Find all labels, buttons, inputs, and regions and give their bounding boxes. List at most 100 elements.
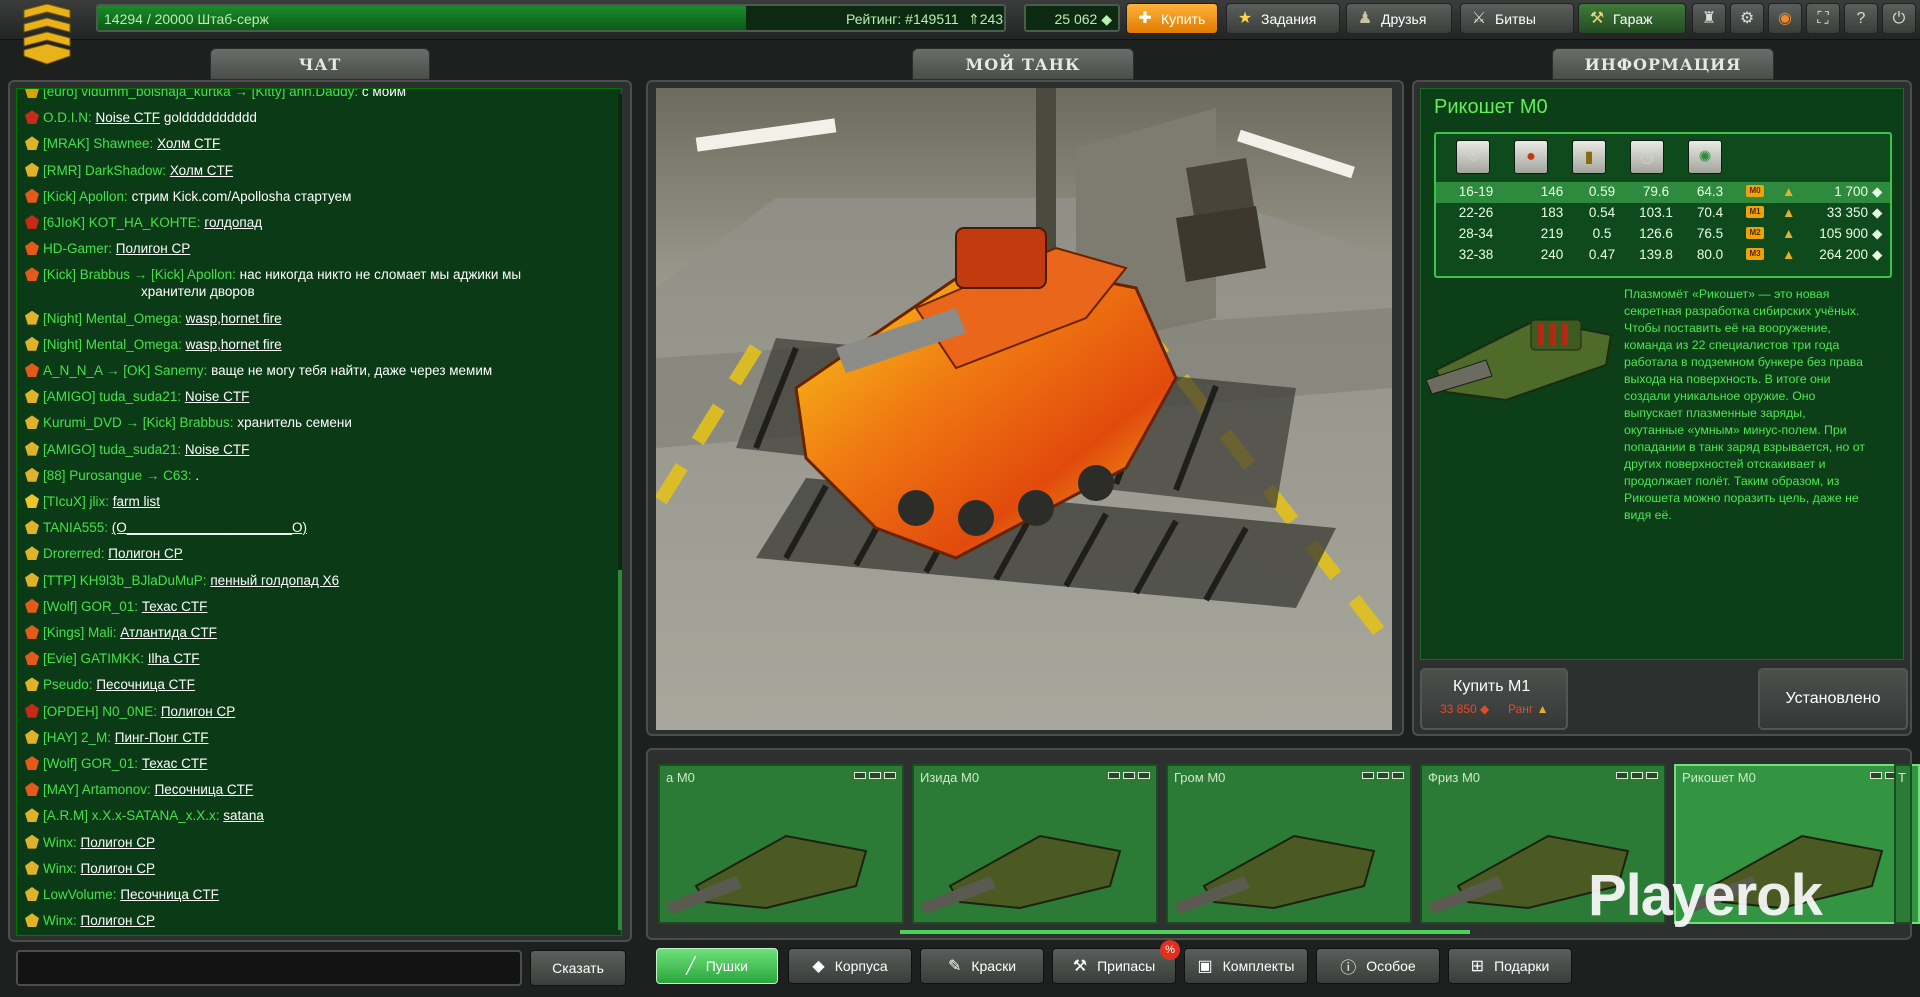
- chat-text[interactable]: Noise CTF: [185, 389, 250, 404]
- garage-item-card[interactable]: Гром M0: [1166, 764, 1412, 924]
- chat-text[interactable]: Песочница CTF: [96, 677, 195, 692]
- rank-badge-icon: [25, 415, 39, 430]
- rank-badge-icon: [25, 162, 39, 177]
- chat-username[interactable]: [AMIGO] tuda_suda21:: [43, 442, 181, 457]
- stat-row[interactable]: 22-26 183 0.54 103.1 70.4 M1 ▲ 33 350 ◆: [1436, 203, 1890, 224]
- chat-username[interactable]: LowVolume:: [43, 887, 117, 902]
- chat-username[interactable]: [MAY] Artamonov:: [43, 782, 151, 797]
- missions-button[interactable]: ★ Задания: [1226, 3, 1340, 34]
- chat-text[interactable]: Полигон CP: [108, 546, 182, 561]
- garage-button[interactable]: ⚒ Гараж: [1578, 3, 1686, 34]
- chat-username[interactable]: [euro] vidumm_bolshaja_kurtka → [Kitty] …: [43, 89, 358, 99]
- friends-button[interactable]: ♟ Друзья: [1346, 3, 1452, 34]
- tab-supplies[interactable]: ⚒ Припасы: [1052, 948, 1176, 984]
- tab-hulls[interactable]: ◆ Корпуса: [788, 948, 912, 984]
- chat-username[interactable]: [88] Purosangue → C63:: [43, 468, 192, 483]
- chat-username[interactable]: [6JIoK] KOT_HA_KOHTE:: [43, 215, 201, 230]
- chat-username[interactable]: TANIA555:: [43, 520, 108, 535]
- chat-text[interactable]: Техас CTF: [142, 599, 208, 614]
- battles-button[interactable]: ⚔ Битвы: [1460, 3, 1574, 34]
- chat-username[interactable]: [Wolf] GOR_01:: [43, 756, 138, 771]
- chat-text[interactable]: пенный голдопад Х6: [210, 573, 339, 588]
- chat-username[interactable]: [OPDEH] N0_0NE:: [43, 704, 157, 719]
- chat-text[interactable]: wasp,hornet fire: [186, 311, 282, 326]
- chat-text[interactable]: farm list: [113, 494, 160, 509]
- modification-tag: M3: [1746, 248, 1764, 260]
- chat-username[interactable]: [Wolf] GOR_01:: [43, 599, 138, 614]
- chat-text[interactable]: Техас CTF: [142, 756, 208, 771]
- chat-username[interactable]: O.D.I.N:: [43, 110, 92, 125]
- chat-username[interactable]: [Kick] Brabbus → [Kick] Apollon:: [43, 267, 236, 282]
- chat-username[interactable]: [Evie] GATIMKK:: [43, 651, 144, 666]
- chat-username[interactable]: Pseudo:: [43, 677, 93, 692]
- help-button[interactable]: ?: [1844, 3, 1878, 34]
- chat-text[interactable]: Атлантида CTF: [120, 625, 217, 640]
- chat-text[interactable]: (O______________________O): [112, 520, 307, 535]
- chat-username[interactable]: [AMIGO] tuda_suda21:: [43, 389, 181, 404]
- tab-gifts[interactable]: ⊞ Подарки: [1448, 948, 1572, 984]
- say-button[interactable]: Сказать: [530, 950, 626, 986]
- chat-text[interactable]: Ilha CTF: [148, 651, 200, 666]
- chat-username[interactable]: HD-Gamer:: [43, 241, 112, 256]
- chat-text[interactable]: Noise CTF: [96, 110, 161, 125]
- chat-text[interactable]: Холм CTF: [157, 136, 220, 151]
- chat-username[interactable]: Kurumi_DVD → [Kick] Brabbus:: [43, 415, 234, 430]
- chat-text[interactable]: Полигон CP: [116, 241, 190, 256]
- exit-button[interactable]: ⏻: [1882, 3, 1916, 34]
- chat-message-input[interactable]: [16, 950, 522, 986]
- settings-button[interactable]: ⚙: [1730, 3, 1764, 34]
- stat-row[interactable]: 16-19 146 0.59 79.6 64.3 M0 ▲ 1 700 ◆: [1436, 182, 1890, 203]
- gift-icon: ⊞: [1470, 958, 1485, 975]
- buy-crystals-button[interactable]: ✚ Купить: [1126, 3, 1218, 34]
- stat-row[interactable]: 28-34 219 0.5 126.6 76.5 M2 ▲ 105 900 ◆: [1436, 224, 1890, 245]
- chat-username[interactable]: Winx:: [43, 913, 77, 928]
- garage-item-card[interactable]: а M0: [658, 764, 904, 924]
- chat-username[interactable]: [Night] Mental_Omega:: [43, 337, 182, 352]
- chat-username[interactable]: [Kick] Apollon:: [43, 189, 128, 204]
- chat-username[interactable]: [TTP] KH9l3b_BJlaDuMuP:: [43, 573, 207, 588]
- chat-message: [Evie] GATIMKK: Ilha CTF: [25, 650, 605, 667]
- rank-badge-icon: [25, 756, 39, 770]
- tank-3d-view[interactable]: [656, 88, 1392, 730]
- chat-username[interactable]: Drorerred:: [43, 546, 105, 561]
- tab-paints[interactable]: ✎ Краски: [920, 948, 1044, 984]
- tab-guns[interactable]: ╱ Пушки: [656, 948, 778, 984]
- clan-button[interactable]: ♜: [1692, 3, 1726, 34]
- chat-username[interactable]: [TIcuX] jlix:: [43, 494, 109, 509]
- chat-scrollbar-thumb[interactable]: [618, 570, 622, 930]
- chat-text[interactable]: Песочница CTF: [120, 887, 219, 902]
- chat-text[interactable]: satana: [223, 808, 264, 823]
- chat-username[interactable]: A_N_N_A → [OK] Sanemy:: [43, 363, 207, 378]
- chat-text[interactable]: Пинг-Понг CTF: [115, 730, 209, 745]
- chat-username[interactable]: [A.R.M] x.X.x-SATANA_x.X.x:: [43, 808, 220, 823]
- garage-scrollbar[interactable]: [900, 930, 1470, 934]
- chat-username[interactable]: [Night] Mental_Omega:: [43, 311, 182, 326]
- chat-text[interactable]: Песочница CTF: [155, 782, 254, 797]
- chat-text[interactable]: Полигон CP: [81, 913, 155, 928]
- chat-username[interactable]: [RMR] DarkShadow:: [43, 163, 166, 178]
- chat-text[interactable]: Холм CTF: [170, 163, 233, 178]
- next-item-card[interactable]: T: [1894, 764, 1912, 924]
- chat-text[interactable]: Полигон CP: [161, 704, 235, 719]
- stat-row[interactable]: 32-38 240 0.47 139.8 80.0 M3 ▲ 264 200 ◆: [1436, 245, 1890, 266]
- stat-cell: 0.54: [1588, 205, 1616, 220]
- fullscreen-button[interactable]: ⛶: [1806, 3, 1840, 34]
- chat-text[interactable]: Полигон CP: [81, 835, 155, 850]
- chat-username[interactable]: Winx:: [43, 861, 77, 876]
- chat-messages[interactable]: [euro] vidumm_bolshaja_kurtka → [Kitty] …: [16, 88, 622, 936]
- tab-special[interactable]: ⓘ Особое: [1316, 948, 1440, 984]
- chat-text[interactable]: голдопад: [204, 215, 262, 230]
- chat-username[interactable]: [HAY] 2_M:: [43, 730, 111, 745]
- chat-text[interactable]: Noise CTF: [185, 442, 250, 457]
- chat-username[interactable]: Winx:: [43, 835, 77, 850]
- installed-button[interactable]: Установлено: [1758, 668, 1908, 730]
- tab-kits[interactable]: ▣ Комплекты: [1184, 948, 1308, 984]
- chat-text[interactable]: wasp,hornet fire: [186, 337, 282, 352]
- sound-button[interactable]: ◉: [1768, 3, 1802, 34]
- garage-item-card[interactable]: Изида M0: [912, 764, 1158, 924]
- chat-text[interactable]: Полигон CP: [81, 861, 155, 876]
- chat-username[interactable]: [Kings] Mali:: [43, 625, 117, 640]
- item-description: Плазмомёт «Рикошет» — это новая секретна…: [1624, 287, 1866, 522]
- chat-username[interactable]: [MRAK] Shawnee:: [43, 136, 153, 151]
- friends-icon: ♟: [1357, 9, 1373, 27]
